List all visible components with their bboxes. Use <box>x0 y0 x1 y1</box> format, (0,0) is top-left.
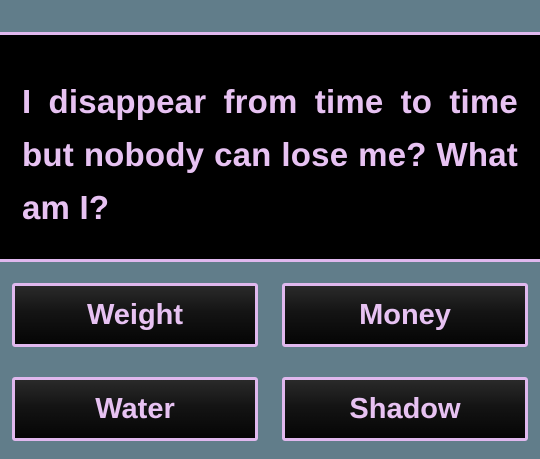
answer-button-weight[interactable]: Weight <box>12 283 258 347</box>
question-text: I disappear from time to time but nobody… <box>22 83 518 226</box>
answer-button-water[interactable]: Water <box>12 377 258 441</box>
question-panel: I disappear from time to time but nobody… <box>0 32 540 262</box>
answer-label: Shadow <box>349 392 461 425</box>
answer-label: Water <box>95 392 175 425</box>
answer-label: Weight <box>86 298 184 331</box>
answer-button-money[interactable]: Money <box>282 283 528 347</box>
answer-button-shadow[interactable]: Shadow <box>282 377 528 441</box>
answer-label: Money <box>359 298 451 331</box>
